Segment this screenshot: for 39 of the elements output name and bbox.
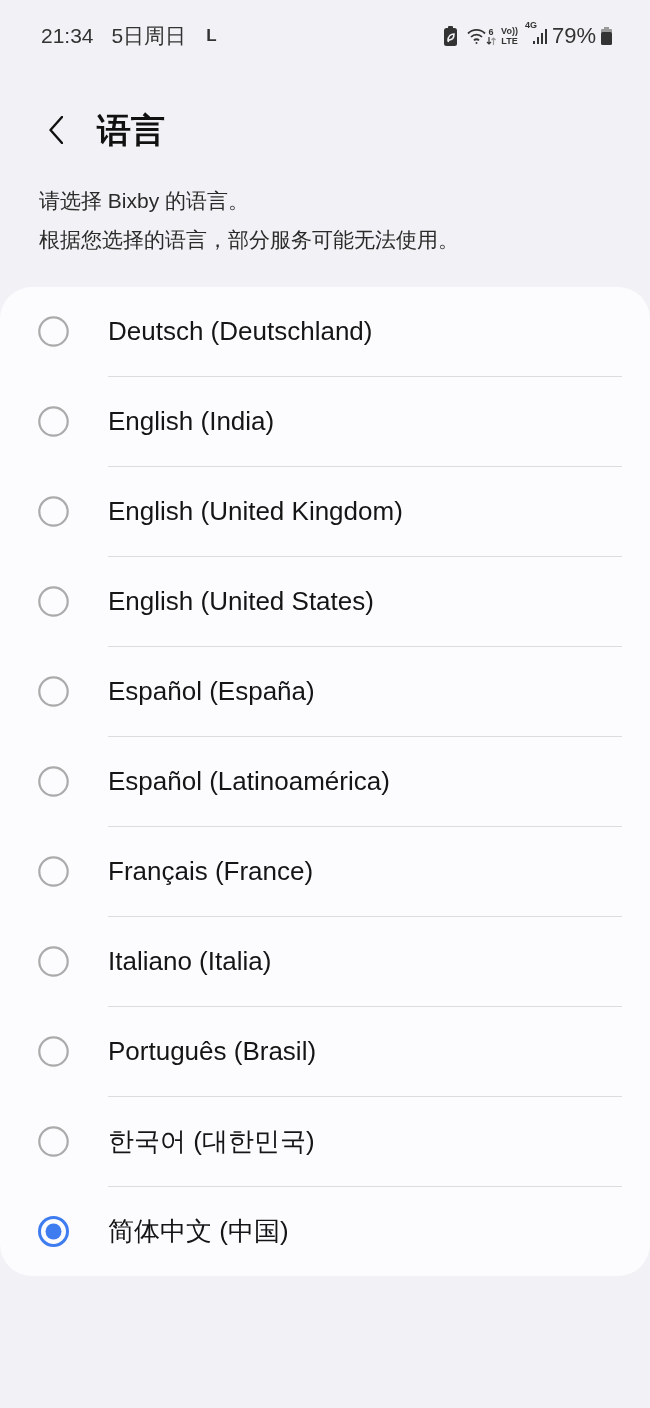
radio-button-icon[interactable] [38, 1216, 69, 1247]
description-text: 请选择 Bixby 的语言。 [39, 188, 250, 214]
language-option[interactable]: 한국어 (대한민국) [0, 1097, 650, 1186]
radio-button-icon[interactable] [38, 496, 69, 527]
radio-button-icon[interactable] [38, 316, 69, 347]
page-title: 语言 [97, 110, 165, 150]
radio-button-icon[interactable] [38, 856, 69, 887]
language-option[interactable]: English (India) [0, 377, 650, 466]
description-text: 根据您选择的语言，部分服务可能无法使用。 [39, 227, 459, 253]
volte-label: Vo)) [501, 26, 518, 36]
lte-label: LTE [501, 36, 518, 46]
language-option[interactable]: English (United Kingdom) [0, 467, 650, 556]
radio-button-icon[interactable] [38, 946, 69, 977]
battery-percent: 79% [551, 24, 596, 48]
radio-button-icon[interactable] [38, 1126, 69, 1157]
language-option[interactable]: Português (Brasil) [0, 1007, 650, 1096]
radio-button-icon[interactable] [38, 1036, 69, 1067]
radio-button-icon[interactable] [38, 766, 69, 797]
radio-button-icon[interactable] [38, 676, 69, 707]
wifi-standard-label: 6 [488, 27, 494, 37]
language-option[interactable]: Español (Latinoamérica) [0, 737, 650, 826]
language-option[interactable]: English (United States) [0, 557, 650, 646]
language-option[interactable]: Español (España) [0, 647, 650, 736]
language-option[interactable]: Français (France) [0, 827, 650, 916]
network-type-label: 4G [524, 21, 537, 30]
language-option[interactable]: 简体中文 (中国) [0, 1187, 650, 1276]
wifi-icon [467, 28, 487, 44]
radio-button-icon[interactable] [38, 586, 69, 617]
language-option[interactable]: Italiano (Italia) [0, 917, 650, 1006]
battery-saver-icon [444, 26, 458, 46]
notification-glyph: L [206, 26, 217, 46]
battery-icon [601, 27, 612, 45]
data-arrows-icon [486, 36, 497, 45]
radio-button-icon[interactable] [38, 406, 69, 437]
language-option[interactable]: Deutsch (Deutschland) [0, 287, 650, 376]
back-chevron-icon [49, 116, 63, 144]
status-date: 5日周日 [111, 24, 187, 48]
status-time: 21:34 [41, 24, 94, 48]
signal-icon [532, 28, 547, 44]
